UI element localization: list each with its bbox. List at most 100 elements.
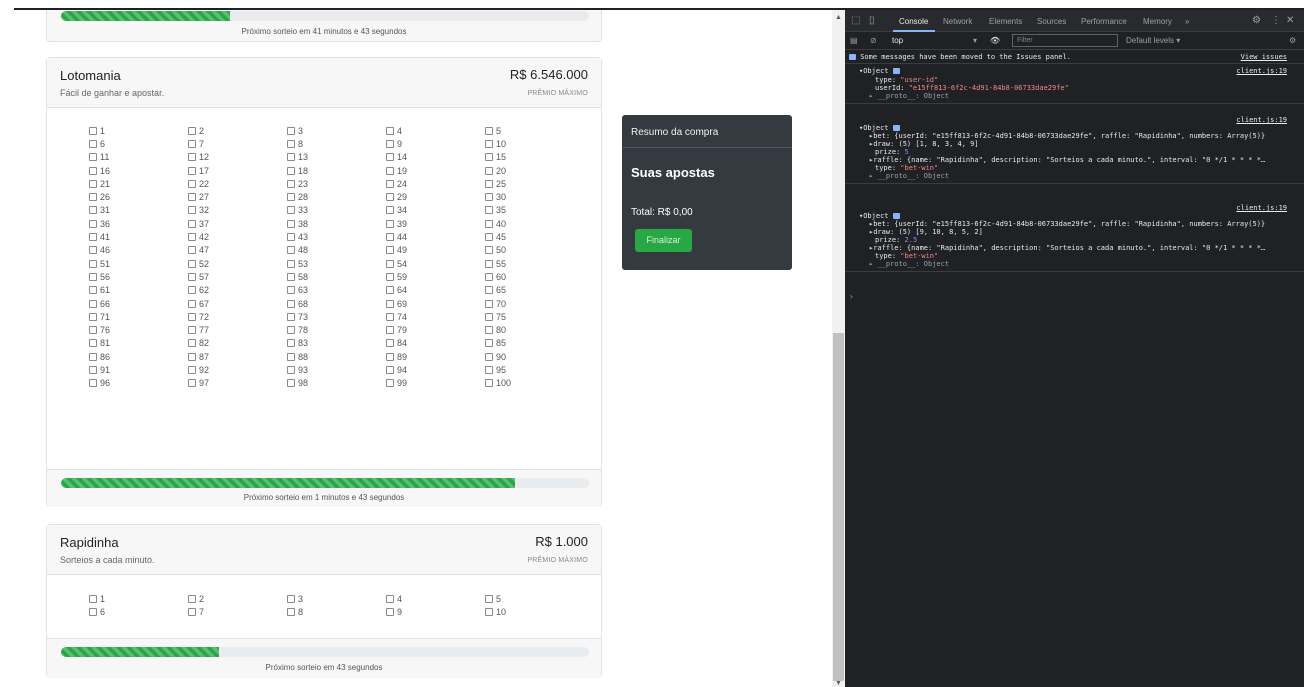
number-checkbox-lotomania[interactable]: 62 [188, 284, 287, 297]
number-checkbox-lotomania[interactable]: 11 [89, 151, 188, 164]
number-checkbox-lotomania[interactable]: 27 [188, 190, 287, 203]
checkbox[interactable] [287, 206, 295, 215]
checkbox[interactable] [386, 246, 394, 255]
number-checkbox-lotomania[interactable]: 3 [287, 124, 386, 137]
context-selector[interactable]: top [892, 36, 903, 45]
log2-proto[interactable]: ▸ __proto__: Object [869, 172, 949, 180]
checkbox[interactable] [287, 153, 295, 162]
checkbox[interactable] [188, 126, 196, 135]
checkbox[interactable] [89, 326, 97, 335]
number-checkbox-lotomania[interactable]: 29 [386, 190, 485, 203]
checkbox[interactable] [485, 326, 493, 335]
context-dropdown-icon[interactable]: ▾ [973, 36, 977, 45]
number-checkbox-lotomania[interactable]: 91 [89, 363, 188, 376]
checkbox[interactable] [485, 259, 493, 268]
number-checkbox-lotomania[interactable]: 40 [485, 217, 584, 230]
number-checkbox-rapidinha[interactable]: 6 [89, 605, 188, 618]
checkbox[interactable] [188, 299, 196, 308]
checkbox[interactable] [485, 139, 493, 148]
checkbox[interactable] [89, 352, 97, 361]
checkbox[interactable] [287, 352, 295, 361]
checkbox[interactable] [485, 272, 493, 281]
checkbox[interactable] [386, 206, 394, 215]
number-checkbox-lotomania[interactable]: 49 [386, 244, 485, 257]
scroll-up-icon[interactable]: ▲ [835, 14, 842, 21]
checkbox[interactable] [485, 166, 493, 175]
number-checkbox-lotomania[interactable]: 76 [89, 323, 188, 336]
console-prompt[interactable]: › [849, 292, 854, 301]
checkbox[interactable] [89, 312, 97, 321]
number-checkbox-lotomania[interactable]: 60 [485, 270, 584, 283]
checkbox[interactable] [89, 139, 97, 148]
page-scrollbar[interactable]: ▲ ▼ [832, 10, 845, 687]
number-checkbox-lotomania[interactable]: 46 [89, 244, 188, 257]
number-checkbox-lotomania[interactable]: 14 [386, 151, 485, 164]
checkbox[interactable] [287, 219, 295, 228]
checkbox[interactable] [188, 206, 196, 215]
number-checkbox-lotomania[interactable]: 30 [485, 190, 584, 203]
checkbox[interactable] [386, 326, 394, 335]
checkbox[interactable] [287, 139, 295, 148]
gear-icon[interactable]: ⚙ [1252, 15, 1261, 26]
number-checkbox-lotomania[interactable]: 99 [386, 377, 485, 390]
checkbox[interactable] [287, 179, 295, 188]
tab-elements[interactable]: Elements [989, 17, 1022, 26]
checkbox[interactable] [287, 246, 295, 255]
number-checkbox-lotomania[interactable]: 35 [485, 204, 584, 217]
number-checkbox-lotomania[interactable]: 45 [485, 230, 584, 243]
number-checkbox-lotomania[interactable]: 21 [89, 177, 188, 190]
number-checkbox-lotomania[interactable]: 64 [386, 284, 485, 297]
checkbox[interactable] [386, 126, 394, 135]
number-checkbox-lotomania[interactable]: 77 [188, 323, 287, 336]
number-checkbox-lotomania[interactable]: 31 [89, 204, 188, 217]
number-checkbox-lotomania[interactable]: 50 [485, 244, 584, 257]
checkbox[interactable] [89, 607, 97, 616]
checkbox[interactable] [485, 219, 493, 228]
number-checkbox-lotomania[interactable]: 61 [89, 284, 188, 297]
number-checkbox-lotomania[interactable]: 10 [485, 137, 584, 150]
number-checkbox-lotomania[interactable]: 26 [89, 190, 188, 203]
checkbox[interactable] [287, 594, 295, 603]
number-checkbox-lotomania[interactable]: 55 [485, 257, 584, 270]
checkbox[interactable] [485, 246, 493, 255]
checkbox[interactable] [485, 153, 493, 162]
inspect-icon[interactable]: ⬚ [851, 15, 860, 26]
number-checkbox-lotomania[interactable]: 47 [188, 244, 287, 257]
number-checkbox-lotomania[interactable]: 78 [287, 323, 386, 336]
number-checkbox-lotomania[interactable]: 63 [287, 284, 386, 297]
number-checkbox-lotomania[interactable]: 36 [89, 217, 188, 230]
tab-memory[interactable]: Memory [1143, 17, 1172, 26]
number-checkbox-rapidinha[interactable]: 2 [188, 592, 287, 605]
more-tabs-chevron[interactable]: » [1185, 17, 1189, 26]
number-checkbox-lotomania[interactable]: 71 [89, 310, 188, 323]
number-checkbox-lotomania[interactable]: 16 [89, 164, 188, 177]
number-checkbox-lotomania[interactable]: 12 [188, 151, 287, 164]
number-checkbox-rapidinha[interactable]: 4 [386, 592, 485, 605]
number-checkbox-lotomania[interactable]: 24 [386, 177, 485, 190]
tab-performance[interactable]: Performance [1081, 17, 1127, 26]
checkbox[interactable] [287, 339, 295, 348]
number-checkbox-lotomania[interactable]: 81 [89, 337, 188, 350]
checkbox[interactable] [485, 193, 493, 202]
log2-raffle[interactable]: ▸raffle: {name: "Rapidinha", description… [869, 156, 1265, 164]
checkbox[interactable] [386, 607, 394, 616]
checkbox[interactable] [287, 166, 295, 175]
checkbox[interactable] [188, 594, 196, 603]
checkbox[interactable] [386, 272, 394, 281]
scroll-down-icon[interactable]: ▼ [835, 680, 842, 687]
number-checkbox-lotomania[interactable]: 89 [386, 350, 485, 363]
checkbox[interactable] [188, 312, 196, 321]
number-checkbox-lotomania[interactable]: 100 [485, 377, 584, 390]
checkbox[interactable] [485, 299, 493, 308]
device-toggle-icon[interactable]: ▯ [869, 15, 875, 26]
number-checkbox-lotomania[interactable]: 93 [287, 363, 386, 376]
log2-draw[interactable]: ▸draw: (5) [1, 8, 3, 4, 9] [869, 140, 979, 148]
number-checkbox-lotomania[interactable]: 80 [485, 323, 584, 336]
view-issues-link[interactable]: View issues [1241, 53, 1287, 61]
checkbox[interactable] [485, 126, 493, 135]
number-checkbox-lotomania[interactable]: 6 [89, 137, 188, 150]
number-checkbox-lotomania[interactable]: 25 [485, 177, 584, 190]
checkbox[interactable] [188, 272, 196, 281]
checkbox[interactable] [485, 286, 493, 295]
checkbox[interactable] [386, 166, 394, 175]
